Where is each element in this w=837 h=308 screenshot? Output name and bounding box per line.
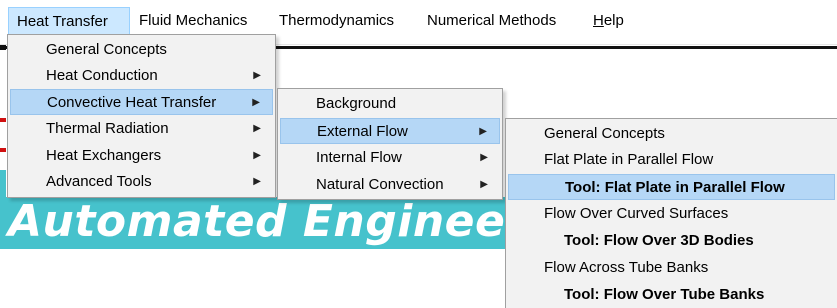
app-banner: Automated Engineering	[0, 197, 520, 249]
menu-item-label: Tool: Flat Plate in Parallel Flow	[565, 179, 785, 196]
submenu-arrow-icon: ▶	[252, 97, 260, 108]
menu-label: Fluid Mechanics	[139, 12, 248, 29]
menu-item-external-flow[interactable]: External Flow ▶	[280, 118, 500, 144]
menu-item-tool-flow-over-tube-banks[interactable]: Tool: Flow Over Tube Banks	[508, 282, 835, 308]
menu-item-flow-across-tube-banks[interactable]: Flow Across Tube Banks	[508, 255, 835, 281]
menu-item-label: Internal Flow	[316, 149, 402, 166]
menu-item-label: Tool: Flow Over 3D Bodies	[564, 232, 754, 249]
menu-item-thermal-radiation[interactable]: Thermal Radiation ▶	[10, 116, 273, 142]
menu-item-general-concepts[interactable]: General Concepts	[508, 121, 835, 147]
submenu-arrow-icon: ▶	[253, 150, 261, 161]
banner-title: Automated Engineering	[8, 197, 520, 247]
menu-item-label: Tool: Flow Over Tube Banks	[564, 286, 765, 303]
menu-label: Numerical Methods	[427, 12, 557, 29]
heat-transfer-dropdown: General Concepts Heat Conduction ▶ Conve…	[7, 34, 276, 198]
menu-label: Heat Transfer	[17, 13, 108, 30]
menu-item-flat-plate-parallel-flow[interactable]: Flat Plate in Parallel Flow	[508, 147, 835, 173]
convective-heat-transfer-submenu: Background External Flow ▶ Internal Flow…	[277, 88, 503, 200]
menu-item-advanced-tools[interactable]: Advanced Tools ▶	[10, 169, 273, 195]
menu-item-tool-flow-over-3d-bodies[interactable]: Tool: Flow Over 3D Bodies	[508, 228, 835, 254]
menu-item-general-concepts[interactable]: General Concepts	[10, 37, 273, 63]
menu-item-label: Heat Conduction	[46, 67, 158, 84]
menu-item-label: Natural Convection	[316, 176, 444, 193]
menu-item-label: Convective Heat Transfer	[47, 94, 217, 111]
menu-fluid-mechanics[interactable]: Fluid Mechanics	[131, 7, 255, 35]
menu-item-label: Flat Plate in Parallel Flow	[544, 151, 714, 168]
submenu-arrow-icon: ▶	[480, 179, 488, 190]
red-marker	[0, 118, 6, 122]
menu-item-label: Heat Exchangers	[46, 147, 162, 164]
menu-help[interactable]: Help	[585, 7, 632, 35]
menu-item-heat-conduction[interactable]: Heat Conduction ▶	[10, 63, 273, 89]
menu-item-natural-convection[interactable]: Natural Convection ▶	[280, 172, 500, 198]
submenu-arrow-icon: ▶	[253, 70, 261, 81]
menu-item-label: Flow Across Tube Banks	[544, 259, 709, 276]
submenu-arrow-icon: ▶	[480, 152, 488, 163]
menu-label: Thermodynamics	[279, 12, 395, 29]
menu-item-label: Advanced Tools	[46, 173, 152, 190]
menu-item-label: General Concepts	[544, 125, 665, 142]
menu-item-label: General Concepts	[46, 41, 167, 58]
menu-mnemonic: H	[593, 12, 604, 29]
submenu-arrow-icon: ▶	[479, 126, 487, 137]
banner-edge	[0, 170, 6, 200]
submenu-arrow-icon: ▶	[253, 176, 261, 187]
menu-heat-transfer[interactable]: Heat Transfer	[8, 7, 130, 35]
red-marker	[0, 148, 6, 152]
menu-item-label: External Flow	[317, 123, 408, 140]
menu-item-label: Thermal Radiation	[46, 120, 169, 137]
external-flow-submenu: General Concepts Flat Plate in Parallel …	[505, 118, 837, 308]
menu-thermodynamics[interactable]: Thermodynamics	[271, 7, 402, 35]
menu-item-label: Flow Over Curved Surfaces	[544, 205, 729, 222]
menu-numerical-methods[interactable]: Numerical Methods	[419, 7, 564, 35]
menu-item-internal-flow[interactable]: Internal Flow ▶	[280, 145, 500, 171]
menu-item-convective-heat-transfer[interactable]: Convective Heat Transfer ▶	[10, 89, 273, 115]
menu-item-heat-exchangers[interactable]: Heat Exchangers ▶	[10, 143, 273, 169]
menu-item-label: Background	[316, 95, 397, 112]
submenu-arrow-icon: ▶	[253, 123, 261, 134]
menu-label: elp	[603, 12, 624, 29]
menu-item-flow-over-curved-surfaces[interactable]: Flow Over Curved Surfaces	[508, 201, 835, 227]
menu-item-tool-flat-plate[interactable]: Tool: Flat Plate in Parallel Flow	[508, 174, 835, 200]
menu-item-background[interactable]: Background	[280, 91, 500, 117]
